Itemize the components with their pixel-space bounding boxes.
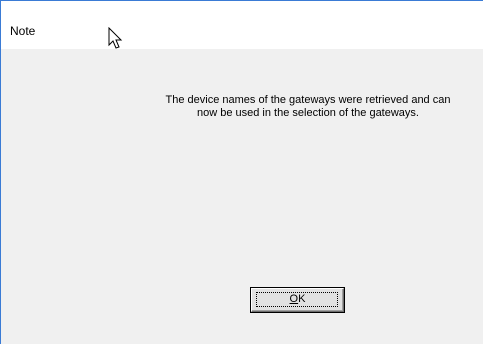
mouse-pointer-icon [108,27,123,49]
message-line-2: now be used in the selection of the gate… [197,107,419,119]
ok-label-rest: K [298,293,306,305]
ok-mnemonic: O [289,293,299,305]
ok-button-label: OK [252,293,343,305]
title-bar[interactable]: Note [1,1,483,49]
ok-button[interactable]: OK [250,287,345,313]
message-text: The device names of the gateways were re… [119,94,483,120]
dialog-body: The device names of the gateways were re… [1,49,483,344]
window-title: Note [10,24,36,38]
message-line-1: The device names of the gateways were re… [165,94,451,106]
note-dialog: Note The device names of the gateways we… [0,0,483,344]
